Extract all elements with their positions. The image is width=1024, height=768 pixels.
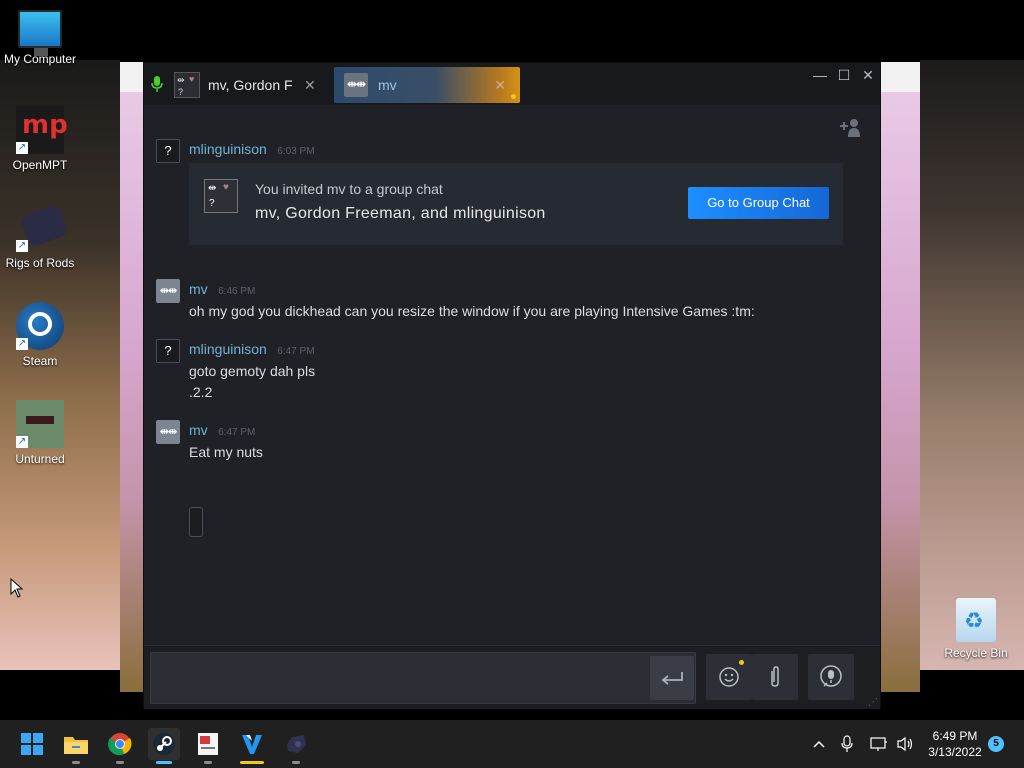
tab-label: mv xyxy=(378,77,397,93)
sender-name[interactable]: mv xyxy=(189,281,208,297)
emoticon-button[interactable] xyxy=(706,654,752,700)
user-avatar-icon[interactable]: ? xyxy=(156,339,180,363)
taskbar-chrome[interactable] xyxy=(104,728,136,764)
wallpaper-right xyxy=(920,60,1024,670)
group-avatar-icon: ⇹ ♥? xyxy=(204,179,238,213)
taskbar: 6:49 PM 3/13/2022 5 xyxy=(0,720,1024,768)
desktop-icon-rigs-of-rods[interactable]: ↗ Rigs of Rods xyxy=(0,204,80,270)
invite-line-1: You invited mv to a group chat xyxy=(255,181,443,197)
group-avatar-icon: ⇹ ♥? xyxy=(174,72,200,98)
attach-file-button[interactable] xyxy=(752,654,798,700)
chat-message-input[interactable] xyxy=(150,652,696,704)
message-text: .2.2 xyxy=(189,384,213,400)
tab-group-chat[interactable]: ⇹ ♥? mv, Gordon F ✕ xyxy=(170,67,330,103)
resize-grip-icon[interactable]: ⋰ xyxy=(868,697,878,708)
message-time: 6:47 PM xyxy=(218,427,256,438)
volume-icon[interactable] xyxy=(896,720,914,768)
tab-mv[interactable]: ⇹⇹ mv ✕ xyxy=(334,67,520,103)
steam-chat-window: ⇹ ♥? mv, Gordon F ✕ ⇹⇹ mv ✕ — ☐ ✕ ? mling… xyxy=(143,62,881,709)
desktop-icon-steam[interactable]: ↗ Steam xyxy=(0,302,80,368)
taskbar-visual-studio[interactable] xyxy=(236,728,268,764)
close-icon[interactable]: ✕ xyxy=(494,77,506,94)
pending-embed-placeholder xyxy=(189,507,203,537)
message-header: mlinguinison 6:03 PM xyxy=(189,141,315,159)
tab-label: mv, Gordon F xyxy=(208,77,293,93)
recycle-bin-icon: ♻ xyxy=(956,598,996,642)
message-group: ⇹⇹ mv 6:46 PM oh my god you dickhead can… xyxy=(156,279,856,323)
taskbar-rigs-of-rods[interactable] xyxy=(280,728,312,764)
chat-composer: ⋰ xyxy=(144,645,880,709)
message-time: 6:03 PM xyxy=(277,146,315,157)
shortcut-arrow-icon: ↗ xyxy=(16,338,28,350)
sender-name[interactable]: mv xyxy=(189,422,208,438)
rigs-of-rods-icon: ↗ xyxy=(16,204,69,252)
steam-icon: ↗ xyxy=(16,302,64,350)
message-header: mlinguinison 6:47 PM xyxy=(189,341,315,359)
shortcut-arrow-icon: ↗ xyxy=(16,436,28,448)
notification-badge[interactable]: 5 xyxy=(988,736,1004,752)
sender-name[interactable]: mlinguinison xyxy=(189,341,267,357)
mv-avatar-icon[interactable]: ⇹⇹ xyxy=(156,279,180,303)
new-badge-dot xyxy=(739,660,744,665)
mv-avatar-icon[interactable]: ⇹⇹ xyxy=(156,420,180,444)
desktop-icon-label: Steam xyxy=(22,354,58,368)
microphone-icon[interactable] xyxy=(150,75,164,93)
desktop-icon-my-computer[interactable]: My Computer xyxy=(0,10,80,66)
group-invite-card: ⇹ ♥? You invited mv to a group chat mv, G… xyxy=(189,163,843,245)
minimize-button[interactable]: — xyxy=(808,65,832,85)
message-group: ⇹⇹ mv 6:47 PM Eat my nuts xyxy=(156,420,856,464)
maximize-button[interactable]: ☐ xyxy=(832,65,856,85)
desktop-icon-recycle-bin[interactable]: ♻ Recycle Bin xyxy=(936,598,1016,660)
taskbar-steam[interactable] xyxy=(148,728,180,764)
chevron-up-icon[interactable] xyxy=(812,720,826,768)
message-time: 6:47 PM xyxy=(277,346,315,357)
desktop-icon-label: Recycle Bin xyxy=(944,646,1008,660)
close-window-button[interactable]: ✕ xyxy=(856,65,880,85)
unread-dot xyxy=(511,94,516,99)
desktop-icon-openmpt[interactable]: mp ↗ OpenMPT xyxy=(0,106,80,172)
shortcut-arrow-icon: ↗ xyxy=(16,142,28,154)
user-avatar-icon[interactable]: ? xyxy=(156,139,180,163)
taskbar-openmpt[interactable] xyxy=(192,728,224,764)
microphone-tray-icon[interactable] xyxy=(840,720,854,768)
desktop-icon-label: Rigs of Rods xyxy=(5,256,75,270)
computer-icon xyxy=(18,10,62,56)
message-text: goto gemoty dah pls xyxy=(189,363,316,379)
desktop-icon-unturned[interactable]: ↗ Unturned xyxy=(0,400,80,466)
taskbar-clock[interactable]: 6:49 PM 3/13/2022 xyxy=(918,728,992,760)
openmpt-icon: mp ↗ xyxy=(16,106,68,154)
desktop-icon-label: OpenMPT xyxy=(12,158,68,172)
network-icon[interactable] xyxy=(870,720,888,768)
message-list: ? mlinguinison 6:03 PM ⇹ ♥? You invited m… xyxy=(144,105,880,647)
message-text: Eat my nuts xyxy=(189,444,263,460)
shortcut-arrow-icon: ↗ xyxy=(16,240,28,252)
message-time: 6:46 PM xyxy=(218,286,256,297)
message-text: oh my god you dickhead can you resize th… xyxy=(189,303,755,319)
invite-line-2: mv, Gordon Freeman, and mlinguinison xyxy=(255,205,546,222)
taskbar-file-explorer[interactable] xyxy=(60,728,92,764)
close-icon[interactable]: ✕ xyxy=(304,77,316,94)
start-button[interactable] xyxy=(16,728,48,760)
message-header: mv 6:46 PM xyxy=(189,281,255,299)
voice-chat-button[interactable] xyxy=(808,654,854,700)
sender-name[interactable]: mlinguinison xyxy=(189,141,267,157)
message-group: ? mlinguinison 6:47 PM goto gemoty dah p… xyxy=(156,339,856,403)
go-to-group-chat-button[interactable]: Go to Group Chat xyxy=(688,187,829,219)
message-header: mv 6:47 PM xyxy=(189,422,255,440)
send-button[interactable] xyxy=(650,656,694,700)
desktop-icon-label: Unturned xyxy=(15,452,65,466)
clock-date: 3/13/2022 xyxy=(928,745,982,759)
chat-titlebar: ⇹ ♥? mv, Gordon F ✕ ⇹⇹ mv ✕ — ☐ ✕ xyxy=(144,63,880,105)
mv-avatar-icon: ⇹⇹ xyxy=(344,73,368,97)
clock-time: 6:49 PM xyxy=(932,729,978,743)
unturned-icon: ↗ xyxy=(16,400,64,448)
